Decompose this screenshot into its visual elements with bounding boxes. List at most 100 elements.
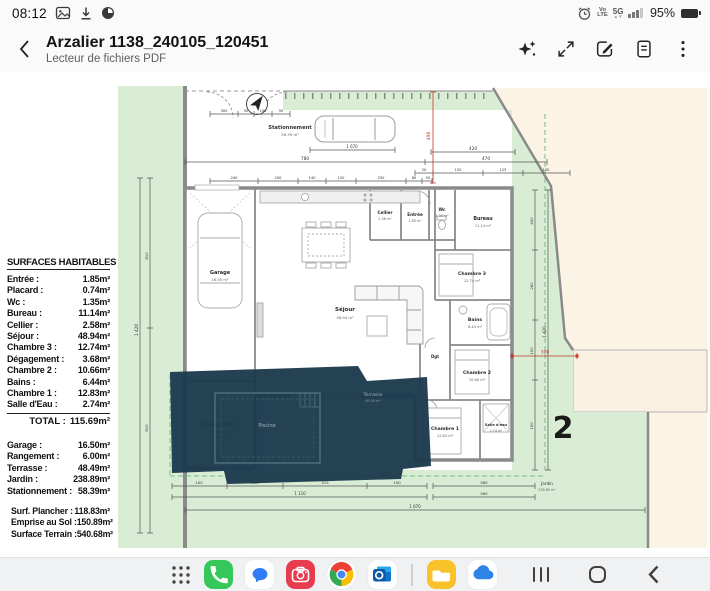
table-row: Jardin :238.89m² [7,474,110,485]
annotate-button[interactable] [593,37,617,61]
summary-table: Surf. Plancher :118.83m² Emprise au Sol … [7,506,110,540]
svg-text:10.66 m²: 10.66 m² [469,378,486,382]
table-row: Cellier :2.58m² [7,320,110,331]
shower [483,404,509,432]
table-row: Chambre 2 :10.66m² [7,365,110,376]
surfaces-title: SURFACES HABITABLES [7,257,110,270]
5g-indicator: 5G▲▼ [613,8,624,19]
svg-text:240: 240 [231,176,239,180]
svg-text:50: 50 [244,109,249,113]
phone-icon [207,563,231,587]
download-notification-icon [79,6,93,21]
room-label: Entrée [407,212,423,217]
my-files-app-icon[interactable] [427,560,456,589]
svg-text:470: 470 [482,156,490,162]
clock: 08:12 [12,6,47,21]
volte-indicator: VoLTE [597,8,608,19]
jardin-label: Jardin [540,481,553,486]
battery-icon [681,9,698,18]
chrome-app-icon[interactable] [327,560,356,589]
table-row: Surface Terrain :540.68m² [11,529,110,540]
svg-text:260: 260 [529,282,534,290]
onedrive-app-icon[interactable] [468,560,497,589]
room-label: Chambre 1 [431,426,459,432]
header-actions [515,37,695,61]
svg-text:100: 100 [195,480,203,485]
app-name: Lecteur de fichiers PDF [46,52,515,66]
pdf-viewer-header: Arzalier 1138_240105_120451 Lecteur de f… [0,26,710,72]
svg-text:1.35 m²: 1.35 m² [435,214,449,218]
svg-text:250: 250 [378,176,386,180]
screenshot-notification-icon [55,5,71,21]
table-row: Wc :1.35m² [7,297,110,308]
svg-text:1 110: 1 110 [294,491,306,496]
page-view-button[interactable] [632,37,656,61]
room-label: Bains [468,317,482,323]
svg-text:50: 50 [279,109,284,113]
room-label: Dgt [431,354,439,359]
table-row: Séjour :48.94m² [7,331,110,342]
camera-icon [286,560,315,589]
surfaces-table: SURFACES HABITABLES Entrée :1.85m² Placa… [7,257,110,540]
svg-text:1 420: 1 420 [542,326,547,338]
battery-percentage: 95% [650,6,675,20]
kebab-menu-icon [672,38,694,60]
garage-car-icon [198,213,242,308]
svg-text:50: 50 [426,176,431,180]
stationnement-label: Stationnement [268,125,312,131]
app-notification-icon [101,6,115,20]
table-row: Entrée :1.85m² [7,274,110,285]
ai-assist-button[interactable] [515,37,539,61]
piscine-label: Piscine [258,423,275,429]
back-nav-button[interactable] [646,564,661,585]
more-options-button[interactable] [671,37,695,61]
svg-text:2.74 m²: 2.74 m² [490,429,503,433]
phone-screen: 08:12 VoLTE 5G▲▼ [0,0,710,591]
svg-text:810: 810 [144,252,149,260]
svg-text:810: 810 [144,424,149,432]
phone-app-icon[interactable] [204,560,233,589]
fullscreen-button[interactable] [554,37,578,61]
table-row: Emprise au Sol :150.89m² [11,517,110,528]
surfaces-total: TOTAL :115.69m² [7,413,110,427]
svg-text:150: 150 [529,422,534,430]
svg-text:12.74 m²: 12.74 m² [464,279,481,283]
svg-text:420: 420 [469,146,477,152]
table-row: Chambre 3 :12.74m² [7,342,110,353]
folder-icon [427,560,456,589]
table-row: Surf. Plancher :118.83m² [11,506,110,517]
camera-app-icon[interactable] [286,560,315,589]
annex-table: Garage :16.50m² Rangement :6.00m² Terras… [7,440,110,497]
svg-text:48.49 m²: 48.49 m² [365,399,381,403]
document-icon [633,38,655,60]
room-label: Bureau [473,216,493,222]
svg-text:6.44 m²: 6.44 m² [468,325,483,329]
document-title: Arzalier 1138_240105_120451 [46,33,515,52]
room-label: Chambre 3 [458,271,486,277]
svg-text:400: 400 [529,217,534,225]
svg-text:140: 140 [309,176,317,180]
recents-button[interactable] [533,567,550,582]
floor-plan-svg: Stationnement 58.39 m² [115,78,710,557]
sink [459,306,467,314]
pdf-content-area: SURFACES HABITABLES Entrée :1.85m² Placa… [0,72,710,557]
room-label: Salle d'eau [485,423,508,427]
signal-bars-icon [628,8,643,18]
svg-text:125: 125 [500,168,507,172]
chrome-icon [328,561,355,588]
messages-app-icon[interactable] [245,560,274,589]
table-row: Bains :6.44m² [7,377,110,388]
dining-table [302,222,350,268]
terrace-highlight-overlay: Piscine Terrasse 48.49 m² [170,366,431,484]
expand-icon [555,38,577,60]
apps-grid-icon [170,564,192,586]
svg-text:12.83 m²: 12.83 m² [437,434,454,438]
terrasse-label: Terrasse [363,392,383,398]
floor-plan-page[interactable]: Stationnement 58.39 m² [115,78,710,557]
apps-grid-button[interactable] [170,564,192,586]
outlook-app-icon[interactable] [368,560,397,589]
home-button[interactable] [589,566,606,583]
kitchen-counter [260,191,420,203]
back-button[interactable] [10,34,40,64]
chevron-left-icon [15,38,35,60]
